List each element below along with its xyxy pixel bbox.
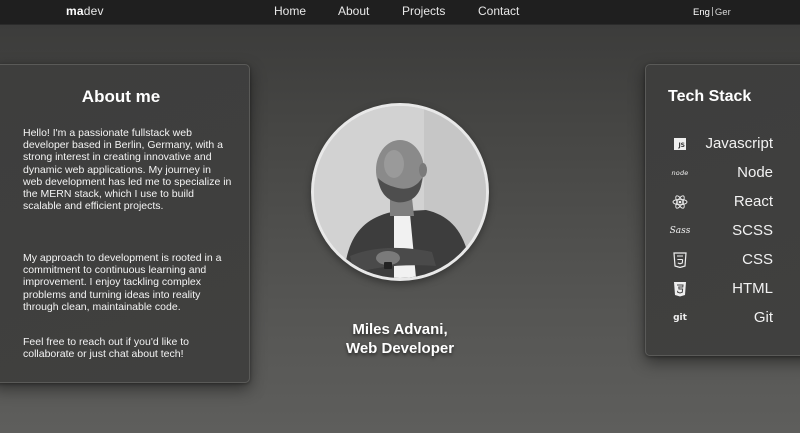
logo-bold-part: ma (66, 4, 84, 18)
profile-role: Web Developer (345, 340, 455, 357)
javascript-icon-badge: JS (674, 138, 686, 150)
logo-rest-part: dev (83, 4, 104, 18)
top-navbar: madev Home About Projects Contact Eng Ger (0, 0, 800, 25)
node-icon-wordmark: node (671, 169, 689, 177)
lang-option-ger[interactable]: Ger (715, 7, 731, 18)
nav-link-projects[interactable]: Projects (402, 4, 445, 18)
tech-label: HTML (732, 280, 773, 297)
about-card: About me Hello! I'm a passionate fullsta… (0, 64, 250, 383)
profile-photo-illustration (314, 106, 486, 278)
site-logo[interactable]: madev (66, 4, 104, 18)
lang-divider (711, 7, 713, 16)
tech-item-css: CSS (646, 249, 800, 271)
about-paragraph-intro: Hello! I'm a passionate fullstack web de… (23, 127, 232, 213)
profile-photo (314, 106, 486, 278)
react-icon (672, 194, 688, 210)
profile-name: Miles Advani, (352, 321, 448, 338)
about-paragraph-contact: Feel free to reach out if you'd like to … (23, 336, 190, 361)
about-title: About me (81, 87, 161, 106)
tech-item-react: React (646, 191, 800, 213)
tech-label: CSS (742, 251, 773, 268)
tech-item-javascript: JS Javascript (646, 133, 800, 155)
tech-label: SCSS (732, 222, 773, 239)
nav-link-contact[interactable]: Contact (478, 4, 519, 18)
sass-icon-wordmark: Sass (669, 226, 691, 236)
tech-label: Git (753, 309, 773, 326)
tech-label: Node (737, 164, 773, 181)
tech-label: Javascript (705, 135, 773, 152)
tech-label: React (733, 193, 773, 210)
language-switcher: Eng Ger (693, 7, 731, 18)
nav-link-home[interactable]: Home (274, 4, 306, 18)
about-paragraph-approach: My approach to development is rooted in … (23, 252, 222, 313)
tech-item-scss: Sass SCSS (646, 220, 800, 242)
css3-icon (672, 252, 688, 268)
javascript-icon: JS (672, 136, 688, 152)
node-icon: node (671, 165, 689, 181)
tech-stack-title: Tech Stack (668, 88, 752, 105)
git-icon: git (672, 310, 688, 326)
nav-link-about[interactable]: About (338, 4, 369, 18)
tech-item-html: HTML (646, 278, 800, 300)
lang-option-eng[interactable]: Eng (693, 7, 710, 18)
tech-item-node: node Node (646, 162, 800, 184)
tech-stack-card: Tech Stack JS Javascript node Node React… (645, 64, 800, 356)
git-icon-wordmark: git (673, 313, 687, 323)
html5-icon (672, 281, 688, 297)
sass-icon: Sass (669, 223, 691, 239)
tech-item-git: git Git (646, 307, 800, 329)
